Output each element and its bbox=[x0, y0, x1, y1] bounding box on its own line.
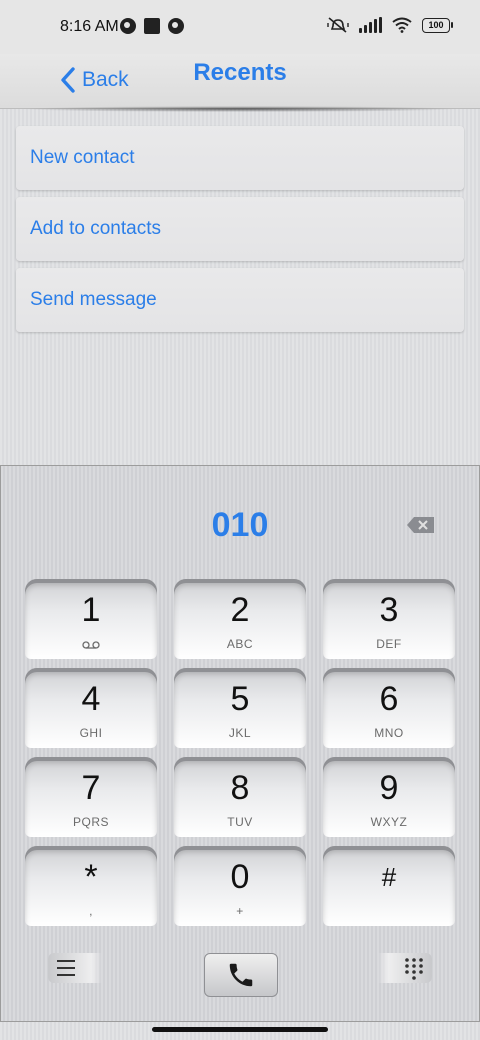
key-digit: 3 bbox=[379, 591, 399, 629]
notification-app-icon bbox=[120, 18, 136, 34]
menu-icon bbox=[57, 960, 75, 976]
key-letters: JKL bbox=[228, 726, 252, 740]
key-letters: , bbox=[89, 904, 93, 918]
add-to-contacts-button[interactable]: Add to contacts bbox=[16, 197, 464, 261]
key-digit: * bbox=[84, 858, 98, 896]
notification-square-icon bbox=[144, 18, 160, 34]
key-letters: TUV bbox=[227, 815, 253, 829]
key-letters: GHI bbox=[79, 726, 103, 740]
dialer-panel: 010 1 2 ABC 3 DEF 4 GHI 5 JKL 6 MNO 7 PQ… bbox=[0, 465, 480, 1022]
key-letters: + bbox=[236, 904, 244, 918]
key-7[interactable]: 7 PQRS bbox=[25, 757, 157, 837]
notification-app-icon-2 bbox=[168, 18, 184, 34]
signal-icon bbox=[359, 17, 382, 33]
key-6[interactable]: 6 MNO bbox=[323, 668, 455, 748]
key-digit: 4 bbox=[81, 680, 101, 718]
status-bar: 8:16 AM 100 bbox=[0, 0, 480, 54]
key-9[interactable]: 9 WXYZ bbox=[323, 757, 455, 837]
key-digit: 1 bbox=[81, 591, 101, 629]
keypad-icon bbox=[405, 958, 423, 980]
key-1[interactable]: 1 bbox=[25, 579, 157, 659]
key-letters: PQRS bbox=[72, 815, 109, 829]
battery-icon: 100 bbox=[422, 17, 453, 33]
key-letters: WXYZ bbox=[370, 815, 408, 829]
key-digit: 2 bbox=[230, 591, 250, 629]
key-3[interactable]: 3 DEF bbox=[323, 579, 455, 659]
key-4[interactable]: 4 GHI bbox=[25, 668, 157, 748]
key-hash[interactable]: # bbox=[323, 846, 455, 926]
key-digit: 0 bbox=[230, 858, 250, 896]
key-digit: 6 bbox=[379, 680, 399, 718]
header-bar: Back Recents bbox=[0, 54, 480, 109]
key-digit: 9 bbox=[379, 769, 399, 807]
voicemail-icon bbox=[82, 641, 100, 649]
wifi-icon bbox=[392, 17, 412, 33]
send-message-button[interactable]: Send message bbox=[16, 268, 464, 332]
key-8[interactable]: 8 TUV bbox=[174, 757, 306, 837]
phone-icon bbox=[229, 963, 253, 987]
key-star[interactable]: * , bbox=[25, 846, 157, 926]
vibrate-mute-icon bbox=[327, 17, 349, 33]
key-0[interactable]: 0 + bbox=[174, 846, 306, 926]
key-digit: 5 bbox=[230, 680, 250, 718]
key-letters: ABC bbox=[226, 637, 254, 651]
home-indicator[interactable] bbox=[152, 1027, 328, 1032]
header-shadow bbox=[20, 106, 460, 112]
new-contact-button[interactable]: New contact bbox=[16, 126, 464, 190]
options-list: New contact Add to contacts Send message bbox=[16, 126, 464, 339]
page-title: Recents bbox=[193, 59, 287, 86]
key-letters: DEF bbox=[376, 637, 402, 651]
key-2[interactable]: 2 ABC bbox=[174, 579, 306, 659]
status-time: 8:16 AM bbox=[60, 18, 119, 35]
keypad-toggle-button[interactable] bbox=[378, 953, 432, 983]
backspace-icon[interactable] bbox=[406, 516, 436, 534]
dialer-bottom-bar bbox=[1, 941, 479, 1011]
call-button[interactable] bbox=[204, 953, 278, 997]
key-digit: # bbox=[381, 862, 397, 892]
key-digit: 7 bbox=[81, 769, 101, 807]
status-system-icons: 100 bbox=[327, 16, 453, 34]
key-digit: 8 bbox=[230, 769, 250, 807]
menu-button[interactable] bbox=[48, 953, 102, 983]
key-letters: MNO bbox=[374, 726, 404, 740]
key-5[interactable]: 5 JKL bbox=[174, 668, 306, 748]
status-notification-icons bbox=[120, 18, 184, 34]
